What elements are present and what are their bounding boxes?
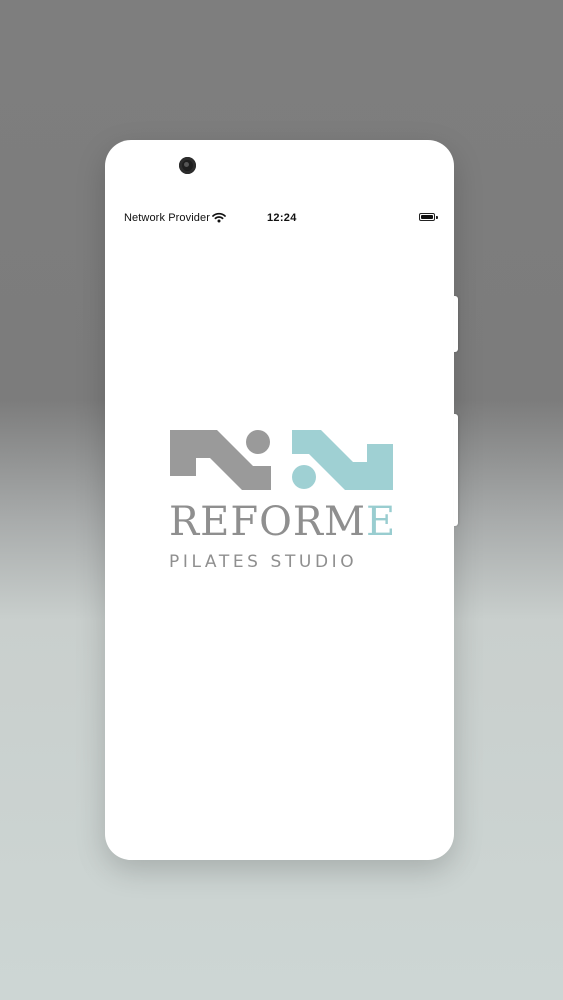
battery-icon <box>419 213 435 221</box>
status-bar: Network Provider 12:24 <box>105 210 454 228</box>
brand-name-accent: E <box>365 499 397 545</box>
status-time: 12:24 <box>267 212 297 224</box>
phone-frame: Network Provider 12:24 REFORME PILATES S… <box>105 140 454 860</box>
front-camera-icon <box>179 157 196 174</box>
screen-background: { "status_bar": { "carrier": "Network Pr… <box>0 0 563 1000</box>
logo-mark-icon <box>170 430 393 490</box>
brand-tagline: PILATES STUDIO <box>169 552 358 572</box>
side-button-lower <box>454 414 458 526</box>
brand-name: REFORME <box>169 499 397 545</box>
wifi-icon <box>212 212 226 226</box>
battery-cap <box>436 216 438 219</box>
brand-logo: REFORME PILATES STUDIO <box>169 428 397 576</box>
side-button-upper <box>454 296 458 352</box>
carrier-label: Network Provider <box>124 212 210 224</box>
brand-name-main: REFORM <box>169 499 366 545</box>
battery-fill <box>421 215 433 219</box>
